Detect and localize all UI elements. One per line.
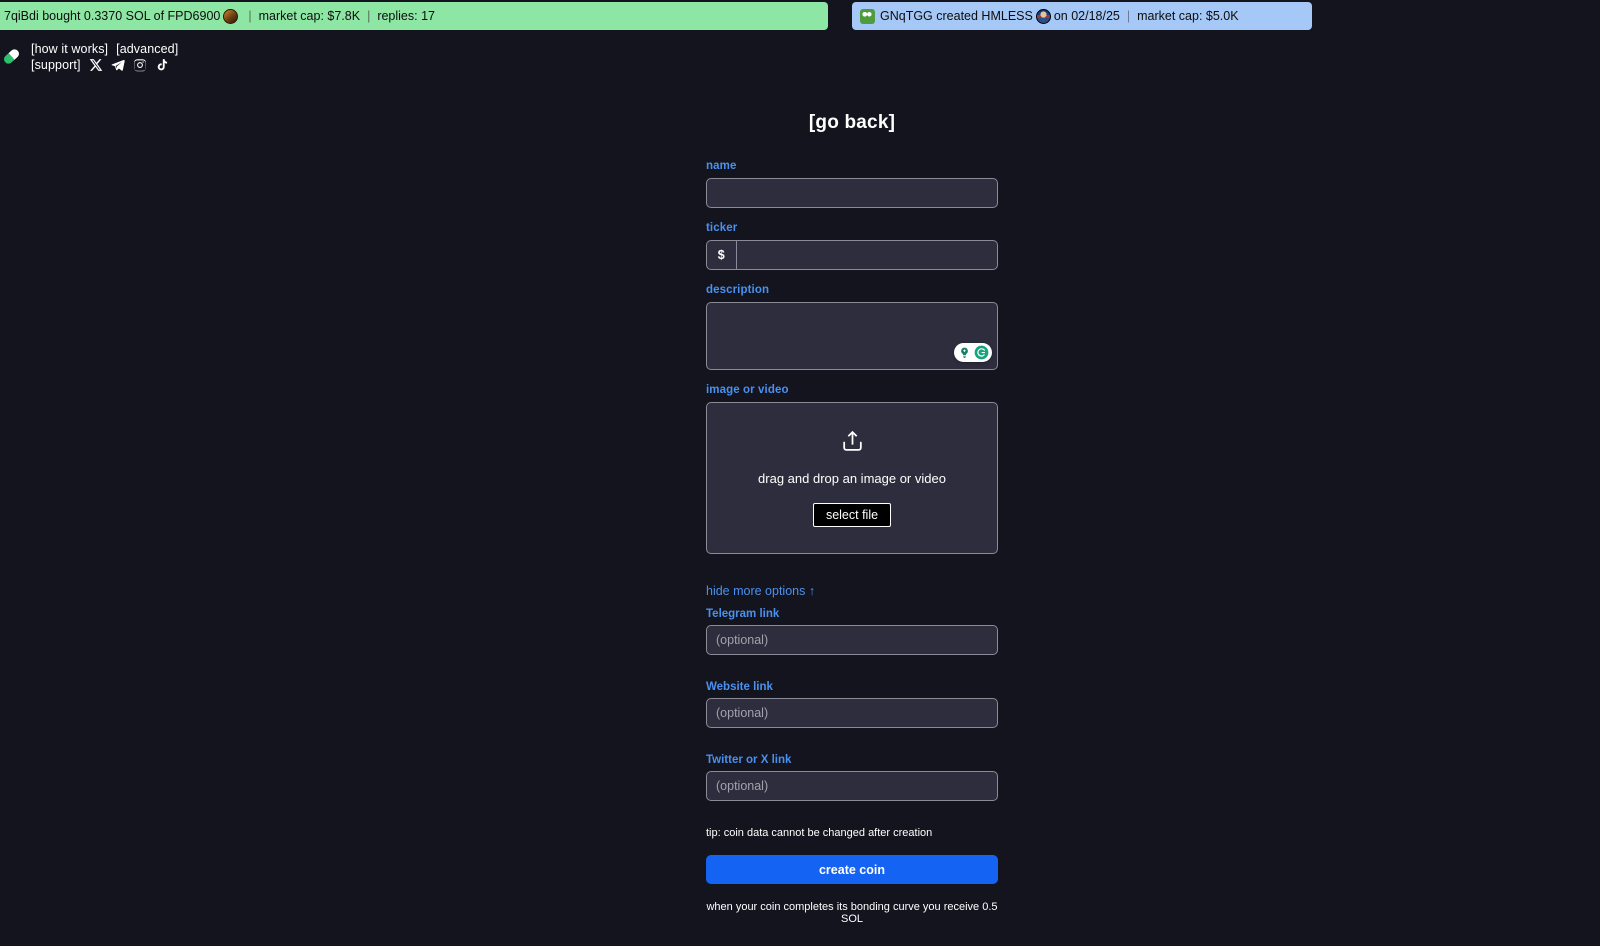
label-twitter-link: Twitter or X link bbox=[706, 754, 792, 766]
dropzone-text: drag and drop an image or video bbox=[758, 471, 946, 486]
file-dropzone[interactable]: drag and drop an image or video select f… bbox=[706, 402, 998, 554]
label-telegram-link: Telegram link bbox=[706, 608, 780, 620]
label-ticker: ticker bbox=[706, 222, 738, 234]
field-website-link: Website link bbox=[706, 681, 998, 728]
go-back-link[interactable]: [go back] bbox=[706, 112, 998, 134]
field-telegram-link: Telegram link bbox=[706, 608, 998, 655]
field-twitter-link: Twitter or X link bbox=[706, 754, 998, 801]
create-coin-form: [go back] name ticker $ description imag… bbox=[706, 112, 998, 925]
label-website-link: Website link bbox=[706, 681, 773, 693]
telegram-link-input[interactable] bbox=[706, 625, 998, 655]
twitter-link-input[interactable] bbox=[706, 771, 998, 801]
label-name: name bbox=[706, 160, 737, 172]
name-input[interactable] bbox=[706, 178, 998, 208]
create-coin-button[interactable]: create coin bbox=[706, 855, 998, 884]
description-wrapper bbox=[706, 302, 998, 370]
toggle-more-options[interactable]: hide more options ↑ bbox=[706, 584, 815, 598]
bonding-curve-note: when your coin completes its bonding cur… bbox=[706, 901, 998, 925]
page-container: [go back] name ticker $ description imag… bbox=[0, 0, 1600, 946]
tip-text: tip: coin data cannot be changed after c… bbox=[706, 827, 933, 839]
description-textarea[interactable] bbox=[706, 302, 998, 370]
lightbulb-icon[interactable] bbox=[957, 345, 972, 360]
field-description: description bbox=[706, 284, 998, 370]
select-file-button[interactable]: select file bbox=[812, 503, 892, 527]
grammarly-badge[interactable] bbox=[954, 343, 992, 362]
field-image-or-video: image or video drag and drop an image or… bbox=[706, 384, 998, 554]
grammarly-g-icon[interactable] bbox=[974, 345, 989, 360]
field-ticker: ticker $ bbox=[706, 222, 998, 270]
ticker-input[interactable] bbox=[735, 240, 998, 270]
label-image-or-video: image or video bbox=[706, 384, 789, 396]
field-name: name bbox=[706, 160, 998, 208]
upload-icon bbox=[842, 430, 862, 451]
dollar-prefix: $ bbox=[706, 240, 736, 270]
label-description: description bbox=[706, 284, 770, 296]
website-link-input[interactable] bbox=[706, 698, 998, 728]
ticker-input-group: $ bbox=[706, 240, 998, 270]
